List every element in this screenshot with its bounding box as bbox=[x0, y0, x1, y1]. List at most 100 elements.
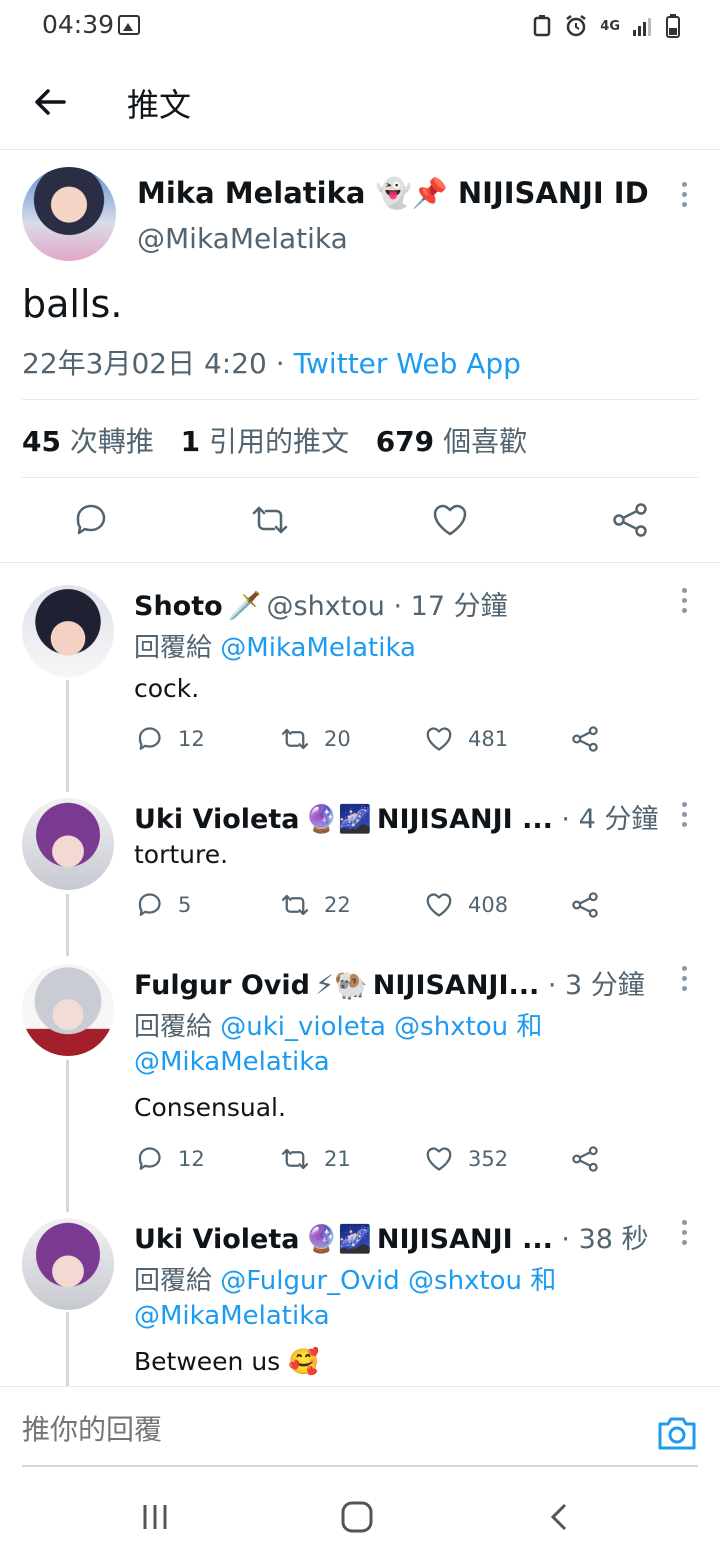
like-count: 408 bbox=[468, 893, 509, 917]
reply-input[interactable] bbox=[22, 1413, 622, 1446]
mention-link[interactable]: @uki_violeta @shxtou 和 bbox=[220, 1012, 542, 1042]
reply-button[interactable] bbox=[70, 500, 110, 540]
retweet-icon bbox=[281, 728, 309, 750]
reply-header[interactable]: Shoto 🗡️ @shxtou · 17 分鐘 bbox=[134, 584, 508, 623]
reply-avatar[interactable] bbox=[22, 1218, 114, 1310]
status-time: 04:39 bbox=[42, 10, 115, 39]
heart-icon bbox=[426, 727, 452, 751]
back-button[interactable] bbox=[28, 80, 72, 124]
home-icon bbox=[341, 1501, 373, 1533]
thread-line bbox=[66, 680, 69, 792]
reply-author-handle: @shxtou bbox=[266, 591, 385, 622]
battery-icon bbox=[666, 14, 680, 38]
retweet-count: 21 bbox=[324, 1147, 351, 1171]
thread-line bbox=[66, 894, 69, 956]
comment-count: 12 bbox=[178, 727, 205, 751]
heart-icon bbox=[426, 1147, 452, 1171]
like-count: 481 bbox=[468, 727, 509, 751]
tweet-action-bar bbox=[0, 478, 720, 563]
reply-like-button[interactable]: 408 bbox=[424, 890, 508, 920]
recent-apps-button[interactable] bbox=[140, 1502, 170, 1536]
reply-more-options-button[interactable] bbox=[670, 964, 700, 994]
reply-retweet-button[interactable]: 21 bbox=[280, 1144, 351, 1174]
replying-to-label: 回覆給 bbox=[134, 1012, 221, 1042]
reply-author-name: Uki Violeta bbox=[134, 1224, 300, 1255]
home-button[interactable] bbox=[340, 1500, 374, 1538]
reply-like-button[interactable]: 481 bbox=[424, 724, 508, 754]
more-options-button[interactable] bbox=[670, 180, 700, 210]
compose-underline bbox=[22, 1465, 698, 1467]
reply-comment-button[interactable]: 12 bbox=[134, 724, 205, 754]
reply-avatar[interactable] bbox=[22, 964, 114, 1056]
reply-like-button[interactable]: 352 bbox=[424, 1144, 508, 1174]
image-notification-icon bbox=[118, 15, 140, 35]
divider bbox=[22, 399, 698, 400]
tweet-source-link[interactable]: Twitter Web App bbox=[294, 347, 521, 380]
comment-icon bbox=[138, 893, 161, 916]
author-name-line[interactable]: Mika Melatika 👻📌 NIJISANJI ID bbox=[137, 176, 649, 211]
mention-link[interactable]: @MikaMelatika bbox=[134, 1047, 330, 1077]
retweet-count: 20 bbox=[324, 727, 351, 751]
thread-line bbox=[66, 1060, 69, 1212]
reply-share-button[interactable] bbox=[570, 724, 600, 754]
tweet-date: 22年3月02日 4:20 bbox=[22, 347, 267, 380]
share-button[interactable] bbox=[610, 500, 650, 540]
retweet-button[interactable] bbox=[250, 500, 290, 540]
likes-stat[interactable]: 679 個喜歡 bbox=[376, 425, 527, 458]
mention-link[interactable]: @Fulgur_Ovid @shxtou 和 bbox=[220, 1266, 556, 1296]
reply-comment-button[interactable]: 12 bbox=[134, 1144, 205, 1174]
retweets-label: 次轉推 bbox=[69, 425, 154, 458]
reply-share-button[interactable] bbox=[570, 1144, 600, 1174]
reply-author-emoji: 🗡️ bbox=[227, 591, 262, 622]
reply-retweet-button[interactable]: 22 bbox=[280, 890, 351, 920]
retweet-count: 22 bbox=[324, 893, 351, 917]
mention-link[interactable]: @MikaMelatika bbox=[134, 1301, 330, 1331]
like-button[interactable] bbox=[430, 500, 470, 540]
reply-author-emoji: 🔮🌌 bbox=[304, 1224, 372, 1255]
reply-author-suffix: NIJISANJI ... bbox=[376, 1224, 553, 1255]
back-nav-button[interactable] bbox=[545, 1502, 575, 1536]
author-handle[interactable]: @MikaMelatika bbox=[137, 222, 348, 255]
reply-author-name: Shoto bbox=[134, 591, 223, 622]
reply-retweet-button[interactable]: 20 bbox=[280, 724, 351, 754]
comment-count: 5 bbox=[178, 893, 192, 917]
reply-avatar[interactable] bbox=[22, 585, 114, 677]
reply-more-options-button[interactable] bbox=[670, 1218, 700, 1248]
heart-icon bbox=[426, 893, 452, 917]
recent-apps-icon bbox=[143, 1505, 167, 1529]
retweets-stat[interactable]: 45 次轉推 bbox=[22, 425, 154, 458]
chevron-left-icon bbox=[550, 1503, 567, 1531]
reply-time: · 4 分鐘 bbox=[552, 804, 659, 835]
status-bar: 04:39 4G bbox=[0, 0, 720, 56]
reply-header[interactable]: Uki Violeta 🔮🌌 NIJISANJI ... · 4 分鐘 bbox=[134, 797, 658, 836]
arrow-left-icon bbox=[35, 89, 66, 115]
quotes-stat[interactable]: 1 引用的推文 bbox=[181, 425, 349, 458]
reply-header[interactable]: Fulgur Ovid ⚡🐏 NIJISANJI... · 3 分鐘 bbox=[134, 963, 645, 1002]
replying-to-line: 回覆給 @MikaMelatika bbox=[134, 627, 416, 664]
reply-time: · 38 秒 bbox=[552, 1224, 649, 1255]
comment-count: 12 bbox=[178, 1147, 205, 1171]
reply-more-options-button[interactable] bbox=[670, 586, 700, 616]
system-navigation-bar bbox=[0, 1478, 720, 1560]
reply-header[interactable]: Uki Violeta 🔮🌌 NIJISANJI ... · 38 秒 bbox=[134, 1217, 649, 1256]
reply-text: Between us 🥰 bbox=[134, 1347, 320, 1376]
recycle-icon bbox=[534, 15, 551, 37]
comment-icon bbox=[138, 727, 161, 750]
author-avatar[interactable] bbox=[22, 167, 116, 261]
reply-author-emoji: 🔮🌌 bbox=[304, 804, 372, 835]
reply-comment-button[interactable]: 5 bbox=[134, 890, 191, 920]
mention-link[interactable]: @MikaMelatika bbox=[220, 633, 416, 663]
reply-author-suffix: NIJISANJI... bbox=[372, 970, 540, 1001]
replying-to-line-2: @MikaMelatika bbox=[134, 1301, 330, 1331]
retweet-icon bbox=[281, 894, 309, 916]
reply-more-options-button[interactable] bbox=[670, 800, 700, 830]
reply-author-name: Fulgur Ovid bbox=[134, 970, 310, 1001]
retweet-icon bbox=[281, 1148, 309, 1170]
camera-button[interactable] bbox=[656, 1412, 698, 1454]
likes-count: 679 bbox=[375, 425, 435, 458]
reply-share-button[interactable] bbox=[570, 890, 600, 920]
retweets-count: 45 bbox=[22, 425, 61, 458]
alarm-icon bbox=[566, 15, 587, 37]
top-app-bar: 推文 bbox=[0, 56, 720, 150]
reply-avatar[interactable] bbox=[22, 798, 114, 890]
